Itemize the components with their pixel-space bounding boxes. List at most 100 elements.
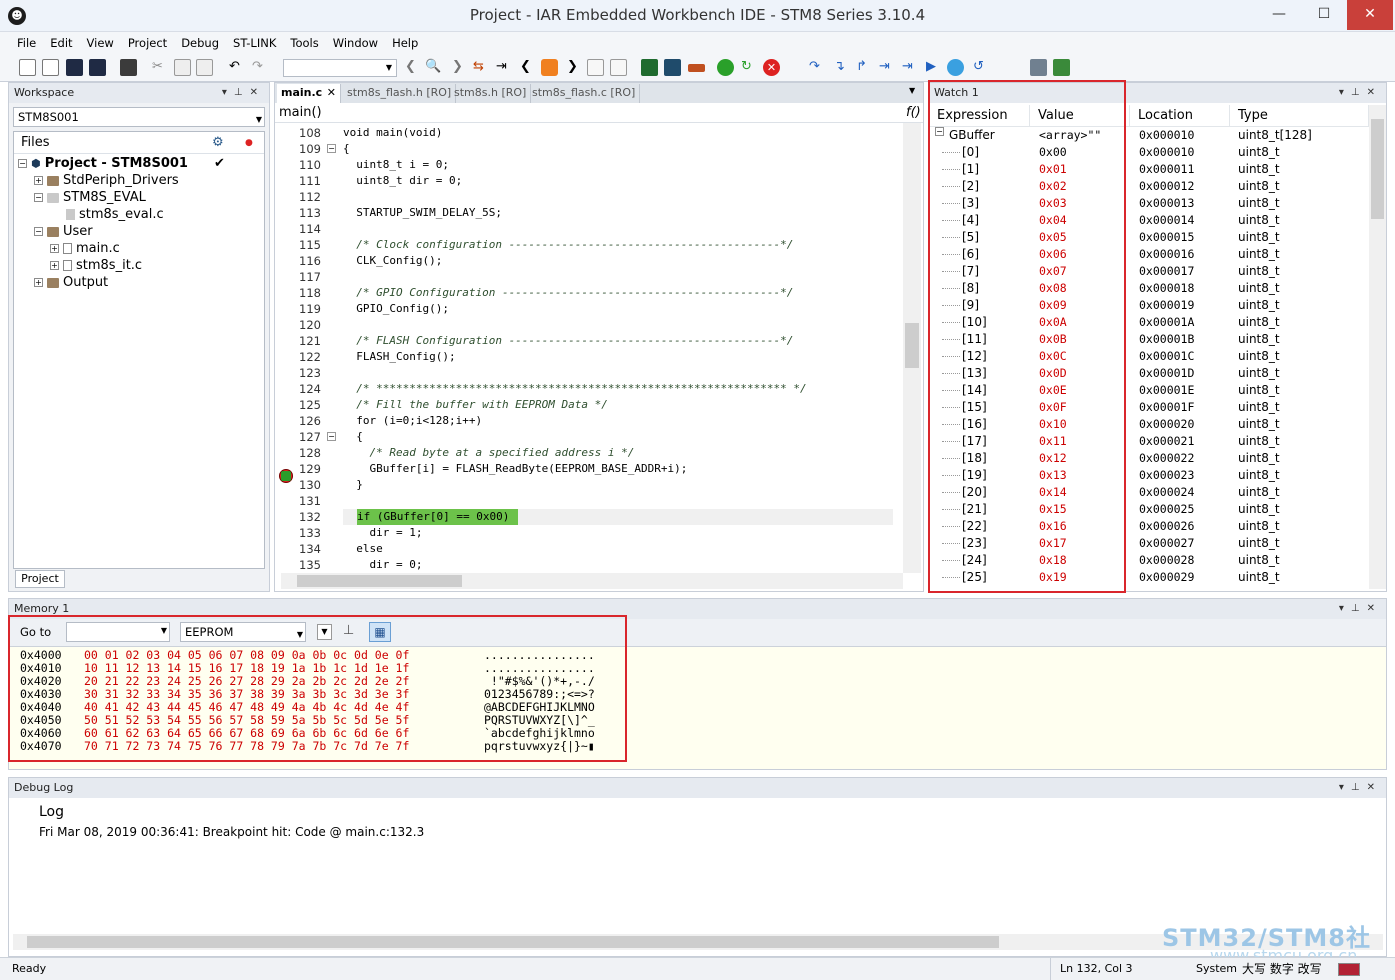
panel-controls[interactable]: ▾⊥✕	[1339, 599, 1382, 619]
code-line[interactable]: GPIO_Config();	[343, 301, 449, 317]
expand-icon[interactable]: +	[50, 261, 59, 270]
scroll-thumb[interactable]	[297, 575, 462, 587]
compile-icon[interactable]	[641, 59, 658, 76]
chevron-right-icon[interactable]: ❯	[452, 58, 463, 76]
tree-item-project[interactable]: − ⬢ Project - STM8S001 ✔	[18, 155, 225, 172]
panel-controls[interactable]: ▾⊥✕	[1339, 83, 1382, 103]
stack-icon[interactable]	[1053, 59, 1070, 76]
tree-item-user[interactable]: − User	[34, 223, 93, 240]
stop-debug-icon[interactable]: ✕	[763, 59, 780, 76]
configuration-select[interactable]: STM8S001 ▼	[13, 107, 265, 127]
tree-item-stm8s-eval-c[interactable]: stm8s_eval.c	[66, 206, 164, 223]
code-line[interactable]: dir = 0;	[343, 557, 422, 573]
code-line[interactable]: {	[343, 141, 350, 157]
code-line[interactable]: FLASH_Config();	[343, 349, 455, 365]
search-icon[interactable]: 🔍	[425, 58, 441, 76]
editor-vertical-scrollbar[interactable]	[903, 123, 921, 573]
navigate-back-icon[interactable]	[587, 59, 604, 76]
code-line[interactable]: /* Read byte at a specified address i */	[343, 445, 634, 461]
menu-help[interactable]: Help	[385, 32, 425, 54]
step-out-icon[interactable]: ↱	[856, 58, 867, 76]
tab-main-c[interactable]: main.c ✕	[277, 84, 341, 103]
navigate-forward-icon[interactable]	[610, 59, 627, 76]
gear-icon[interactable]: ⚙	[212, 132, 224, 154]
menu-tools[interactable]: Tools	[283, 32, 325, 54]
go-icon[interactable]: ▶	[926, 58, 936, 76]
break-icon[interactable]	[947, 59, 964, 76]
collapse-icon[interactable]: −	[18, 159, 27, 168]
save-all-icon[interactable]	[89, 59, 106, 76]
panel-controls[interactable]: ▾⊥✕	[222, 83, 265, 103]
menu-edit[interactable]: Edit	[43, 32, 79, 54]
code-line[interactable]: for (i=0;i<128;i++)	[343, 413, 482, 429]
log-entry[interactable]: Fri Mar 08, 2019 00:36:41: Breakpoint hi…	[39, 825, 424, 839]
tab-stm8s-flash-c[interactable]: stm8s_flash.c [RO]	[528, 84, 641, 103]
find-combo[interactable]: ▼	[283, 59, 397, 77]
bookmark-icon[interactable]	[541, 59, 558, 76]
fold-icon[interactable]: −	[327, 432, 336, 441]
download-debug-icon[interactable]	[717, 59, 734, 76]
goto-line-icon[interactable]: ⇥	[496, 58, 507, 76]
code-line[interactable]: /* Fill the buffer with EEPROM Data */	[343, 397, 608, 413]
menu-file[interactable]: File	[0, 32, 43, 54]
panel-controls[interactable]: ▾⊥✕	[1339, 778, 1382, 798]
current-statement-line[interactable]: if (GBuffer[0] == 0x00)	[357, 509, 518, 525]
new-file-icon[interactable]	[19, 59, 36, 76]
column-type[interactable]: Type	[1230, 105, 1369, 127]
menu-view[interactable]: View	[80, 32, 121, 54]
tree-item-stdperiph[interactable]: + StdPeriph_Drivers	[34, 172, 179, 189]
replace-icon[interactable]: ⇆	[473, 58, 484, 76]
code-line[interactable]: void main(void)	[343, 125, 442, 141]
tree-item-output[interactable]: + Output	[34, 274, 108, 291]
code-line[interactable]: /* Clock configuration -----------------…	[343, 237, 793, 253]
project-tab[interactable]: Project	[15, 570, 65, 588]
minimize-button[interactable]: —	[1257, 0, 1301, 30]
expand-icon[interactable]: +	[50, 244, 59, 253]
function-list-icon[interactable]: f()	[906, 103, 921, 122]
stop-build-icon[interactable]	[688, 64, 705, 72]
menu-project[interactable]: Project	[121, 32, 174, 54]
expand-icon[interactable]: +	[34, 176, 43, 185]
code-line[interactable]: /* *************************************…	[343, 381, 806, 397]
tree-item-main-c[interactable]: + main.c	[50, 240, 120, 257]
reset-icon[interactable]: ↺	[973, 58, 984, 76]
code-line[interactable]: dir = 1;	[343, 525, 422, 541]
menu-st-link[interactable]: ST-LINK	[226, 32, 283, 54]
scroll-thumb[interactable]	[1371, 119, 1384, 219]
paste-icon[interactable]	[196, 59, 213, 76]
code-line[interactable]: uint8_t i = 0;	[343, 157, 449, 173]
chevron-left-icon[interactable]: ❮	[405, 58, 416, 76]
code-line[interactable]: STARTUP_SWIM_DELAY_5S;	[343, 205, 502, 221]
tree-item-stm8s-eval[interactable]: − STM8S_EVAL	[34, 189, 146, 206]
code-line[interactable]: CLK_Config();	[343, 253, 442, 269]
maximize-button[interactable]: ☐	[1302, 0, 1346, 30]
make-icon[interactable]	[664, 59, 681, 76]
column-location[interactable]: Location	[1130, 105, 1230, 127]
print-icon[interactable]	[120, 59, 137, 76]
code-line[interactable]: GBuffer[i] = FLASH_ReadByte(EEPROM_BASE_…	[343, 461, 687, 477]
prev-bookmark-icon[interactable]: ❮	[520, 58, 531, 76]
code-line[interactable]: else	[343, 541, 383, 557]
tree-item-stm8s-it-c[interactable]: + stm8s_it.c	[50, 257, 142, 274]
step-into-icon[interactable]: ↴	[834, 58, 845, 76]
editor-horizontal-scrollbar[interactable]	[281, 573, 903, 589]
function-name[interactable]: main()	[279, 105, 322, 120]
chevron-down-icon[interactable]: ▼	[383, 61, 395, 75]
tab-list-icon[interactable]: ▼	[909, 86, 915, 95]
collapse-icon[interactable]: −	[34, 193, 43, 202]
fold-icon[interactable]: −	[327, 144, 336, 153]
code-line[interactable]: uint8_t dir = 0;	[343, 173, 462, 189]
new-document-icon[interactable]	[42, 59, 59, 76]
code-area[interactable]: void main(void){ uint8_t i = 0; uint8_t …	[343, 123, 903, 575]
close-button[interactable]: ✕	[1347, 0, 1393, 30]
tab-stm8s-h[interactable]: stm8s.h [RO]	[450, 84, 532, 103]
memory-config-icon[interactable]	[1030, 59, 1047, 76]
menu-debug[interactable]: Debug	[174, 32, 226, 54]
scroll-thumb[interactable]	[27, 936, 999, 948]
undo-icon[interactable]: ↶	[229, 58, 240, 76]
expand-icon[interactable]: +	[34, 278, 43, 287]
debug-without-download-icon[interactable]: ↻	[741, 58, 752, 76]
code-line[interactable]: /* FLASH Configuration -----------------…	[343, 333, 793, 349]
code-line[interactable]: /* GPIO Configuration ------------------…	[343, 285, 793, 301]
step-over-icon[interactable]: ↷	[809, 58, 820, 76]
